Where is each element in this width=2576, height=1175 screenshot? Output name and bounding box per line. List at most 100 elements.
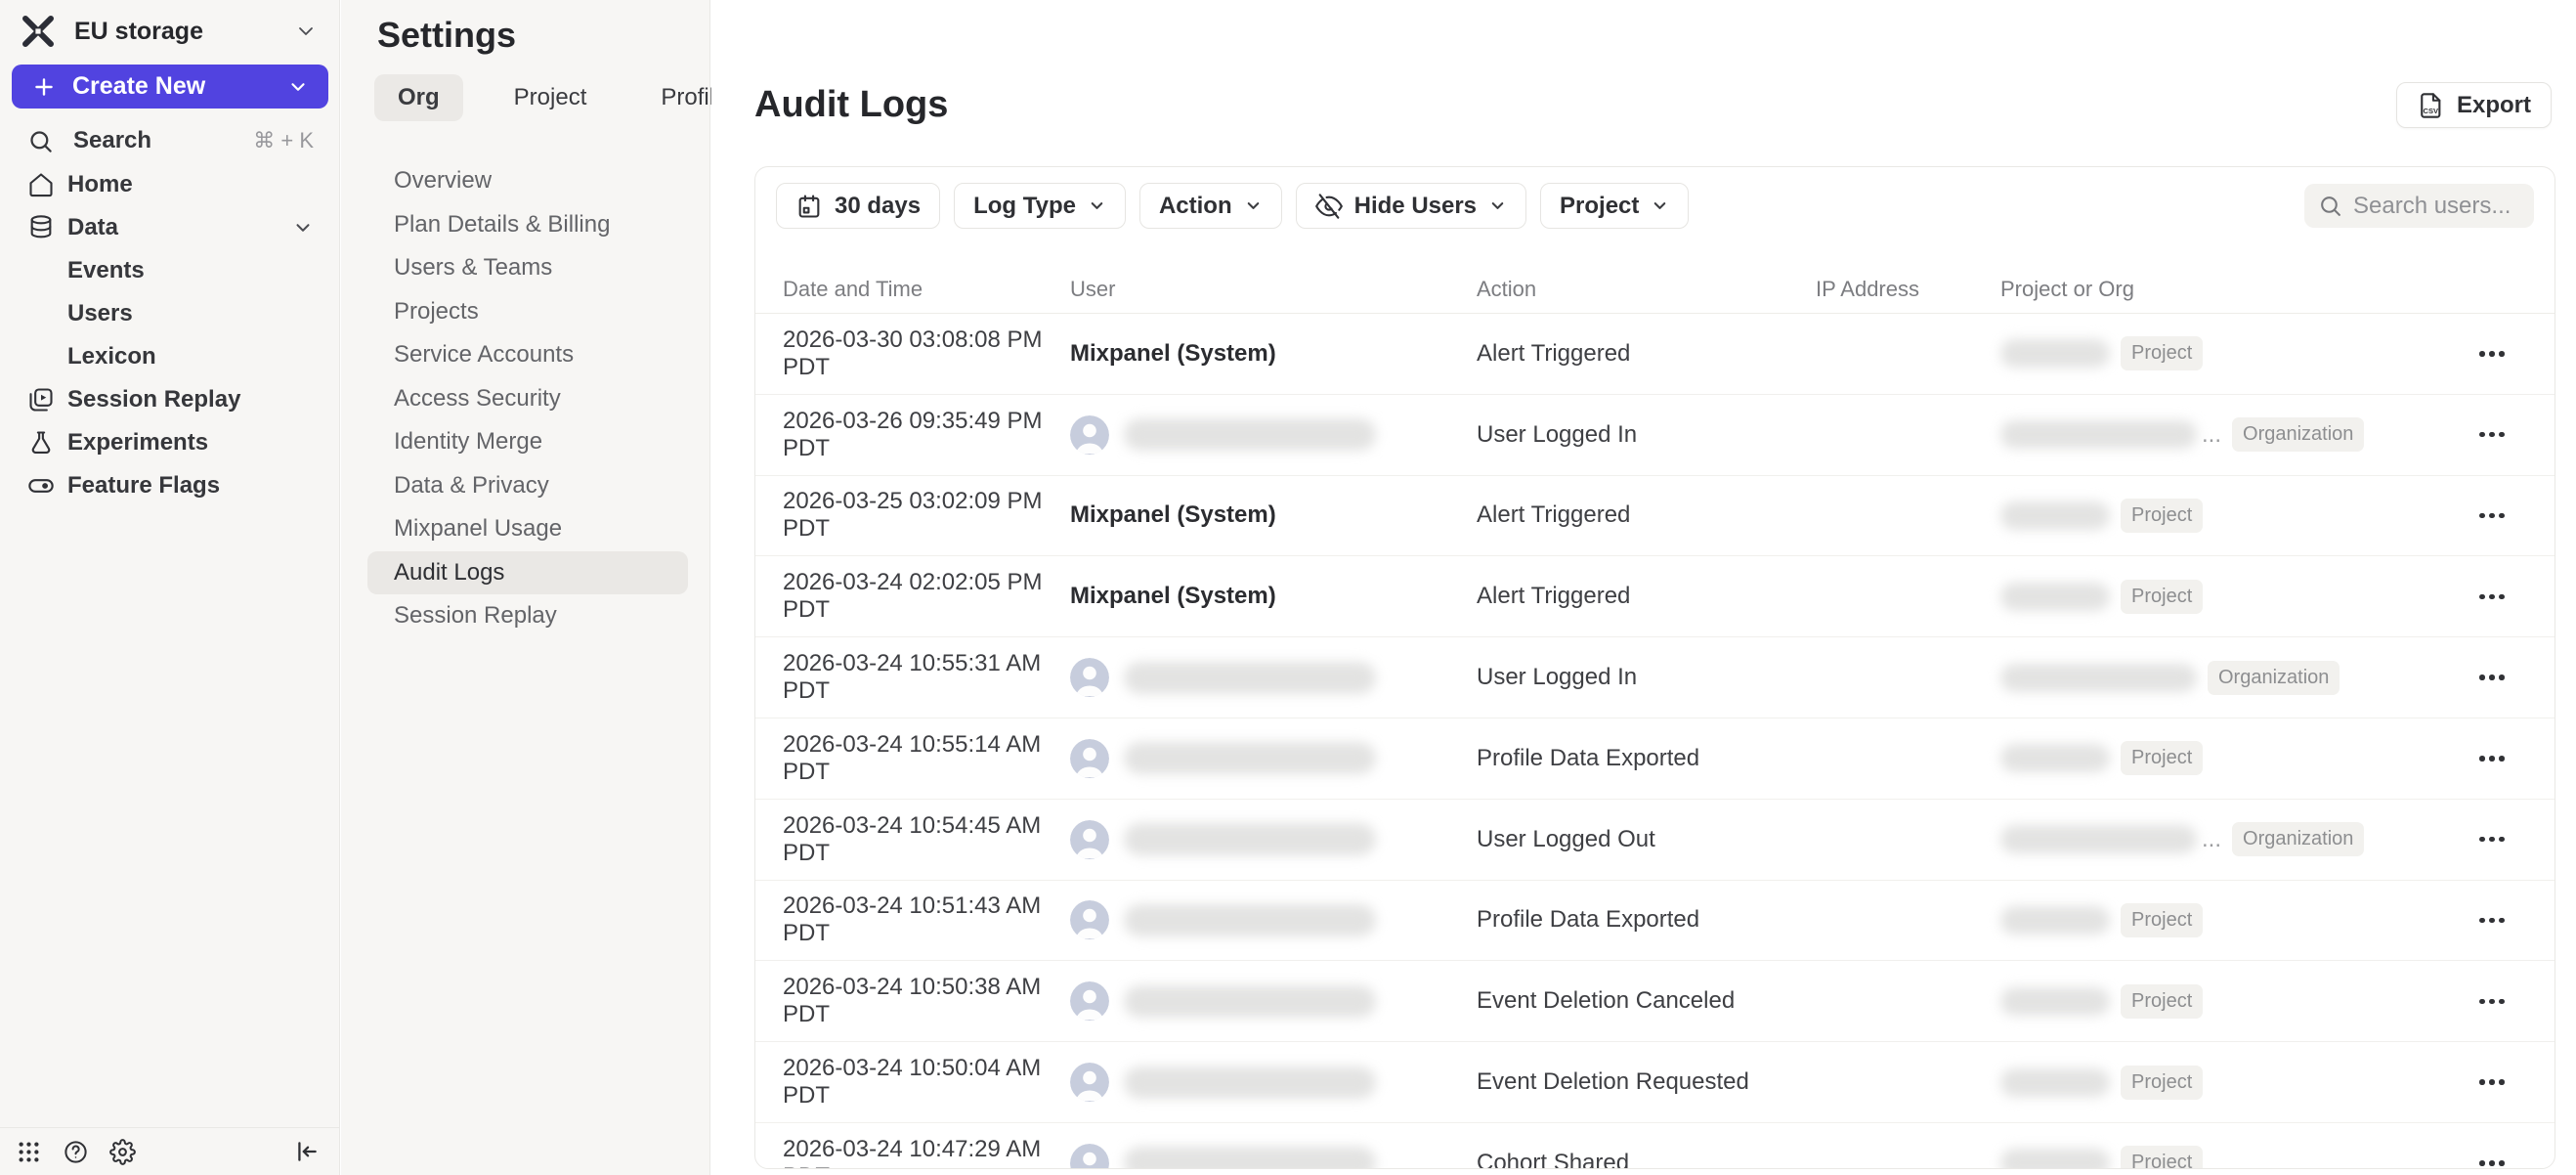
search-icon xyxy=(2318,194,2342,218)
redacted-user-email xyxy=(1124,1147,1376,1168)
cell-datetime: 2026-03-24 10:50:38 AM PDT xyxy=(783,974,1070,1028)
app-root: EU storage Create New Search ⌘ + K Home … xyxy=(0,0,2576,1175)
row-actions-menu-button[interactable] xyxy=(2473,908,2511,934)
table-row: 2026-03-24 10:47:29 AM PDT Cohort Shared… xyxy=(755,1123,2555,1168)
user-name: Mixpanel (System) xyxy=(1070,583,1276,610)
sidebar-item-home[interactable]: Home xyxy=(0,163,339,206)
help-icon[interactable] xyxy=(63,1139,89,1165)
row-actions-menu-button[interactable] xyxy=(2473,665,2511,690)
cell-action: Alert Triggered xyxy=(1477,501,1816,529)
row-actions-menu-button[interactable] xyxy=(2473,1151,2511,1168)
redacted-target-name xyxy=(2000,664,2197,692)
table-row: 2026-03-25 03:02:09 PM PDT Mixpanel (Sys… xyxy=(755,476,2555,557)
redacted-target-name xyxy=(2000,501,2110,530)
cell-action: User Logged In xyxy=(1477,664,1816,691)
row-actions-menu-button[interactable] xyxy=(2473,422,2511,448)
col-header-ip: IP Address xyxy=(1816,277,2000,302)
cell-action: Profile Data Exported xyxy=(1477,906,1816,934)
target-type-badge: Organization xyxy=(2208,661,2340,695)
row-actions-menu-button[interactable] xyxy=(2473,1069,2511,1095)
redacted-user-email xyxy=(1124,742,1376,774)
settings-item-session-replay[interactable]: Session Replay xyxy=(367,594,688,638)
redacted-user-email xyxy=(1124,662,1376,694)
search-icon xyxy=(27,128,54,154)
collapse-sidebar-icon[interactable] xyxy=(294,1139,320,1164)
csv-file-icon: CSV xyxy=(2417,92,2444,119)
target-type-badge: Organization xyxy=(2232,417,2364,452)
cell-datetime: 2026-03-30 03:08:08 PM PDT xyxy=(783,326,1070,381)
target-type-badge: Project xyxy=(2121,336,2203,370)
settings-item-mixpanel-usage[interactable]: Mixpanel Usage xyxy=(367,507,688,551)
project-filter-button[interactable]: Project xyxy=(1540,183,1689,229)
avatar xyxy=(1070,1144,1109,1168)
settings-item-identity-merge[interactable]: Identity Merge xyxy=(367,420,688,464)
table-row: 2026-03-24 10:51:43 AM PDT Profile Data … xyxy=(755,881,2555,962)
sidebar-item-users[interactable]: Users xyxy=(0,292,339,335)
sidebar-item-feature-flags[interactable]: Feature Flags xyxy=(0,464,339,507)
row-actions-menu-button[interactable] xyxy=(2473,503,2511,529)
workspace-switcher[interactable]: EU storage xyxy=(20,10,318,53)
cell-user xyxy=(1070,739,1477,778)
settings-title: Settings xyxy=(377,15,516,56)
table-row: 2026-03-24 10:54:45 AM PDT User Logged O… xyxy=(755,800,2555,881)
row-actions-menu-button[interactable] xyxy=(2473,746,2511,771)
sidebar-search[interactable]: Search ⌘ + K xyxy=(0,119,339,162)
flask-icon xyxy=(27,429,55,457)
tab-project[interactable]: Project xyxy=(491,74,611,121)
workspace-name: EU storage xyxy=(74,18,203,46)
table-row: 2026-03-24 02:02:05 PM PDT Mixpanel (Sys… xyxy=(755,556,2555,637)
sidebar-item-data[interactable]: Data xyxy=(0,206,339,249)
tab-org[interactable]: Org xyxy=(374,74,463,121)
chevron-down-icon xyxy=(292,217,314,239)
calendar-icon xyxy=(795,193,823,220)
settings-item-plan-details-billing[interactable]: Plan Details & Billing xyxy=(367,203,688,247)
table-row: 2026-03-24 10:55:31 AM PDT User Logged I… xyxy=(755,637,2555,718)
avatar xyxy=(1070,415,1109,455)
target-type-badge: Project xyxy=(2121,499,2203,533)
cell-project-or-org: Project xyxy=(2000,499,2453,533)
cell-row-menu xyxy=(2453,827,2531,852)
sidebar-item-label: Experiments xyxy=(67,429,208,457)
search-users-input[interactable] xyxy=(2353,193,2520,220)
settings-item-data-privacy[interactable]: Data & Privacy xyxy=(367,464,688,508)
row-actions-menu-button[interactable] xyxy=(2473,341,2511,367)
create-new-button[interactable]: Create New xyxy=(12,65,328,109)
date-range-filter-button[interactable]: 30 days xyxy=(776,183,940,229)
settings-item-overview[interactable]: Overview xyxy=(367,159,688,203)
hide-users-filter-button[interactable]: Hide Users xyxy=(1296,183,1526,229)
cell-row-menu xyxy=(2453,1151,2531,1168)
row-actions-menu-button[interactable] xyxy=(2473,585,2511,610)
cell-project-or-org: Project xyxy=(2000,984,2453,1019)
redacted-target-name xyxy=(2000,1149,2110,1168)
avatar xyxy=(1070,1063,1109,1102)
cell-user: Mixpanel (System) xyxy=(1070,340,1477,368)
log-type-filter-button[interactable]: Log Type xyxy=(954,183,1126,229)
sidebar-item-experiments[interactable]: Experiments xyxy=(0,421,339,464)
plus-icon xyxy=(31,74,57,100)
cell-datetime: 2026-03-24 10:47:29 AM PDT xyxy=(783,1136,1070,1168)
create-new-label: Create New xyxy=(72,72,205,101)
sidebar-item-events[interactable]: Events xyxy=(0,249,339,292)
table-body: 2026-03-30 03:08:08 PM PDT Mixpanel (Sys… xyxy=(755,314,2555,1168)
row-actions-menu-button[interactable] xyxy=(2473,989,2511,1015)
sidebar-item-session-replay[interactable]: Session Replay xyxy=(0,378,339,421)
avatar xyxy=(1070,658,1109,697)
redacted-target-name xyxy=(2000,906,2110,935)
row-actions-menu-button[interactable] xyxy=(2473,827,2511,852)
cell-user xyxy=(1070,900,1477,939)
log-type-label: Log Type xyxy=(973,193,1076,220)
cell-row-menu xyxy=(2453,665,2531,690)
settings-panel: Settings Org Project Profile Overview Pl… xyxy=(341,0,710,1175)
settings-item-service-accounts[interactable]: Service Accounts xyxy=(367,333,688,377)
gear-icon[interactable] xyxy=(109,1139,136,1165)
sidebar-item-lexicon[interactable]: Lexicon xyxy=(0,335,339,378)
cell-datetime: 2026-03-24 10:50:04 AM PDT xyxy=(783,1055,1070,1110)
settings-item-users-teams[interactable]: Users & Teams xyxy=(367,246,688,290)
cell-datetime: 2026-03-24 02:02:05 PM PDT xyxy=(783,569,1070,624)
apps-grid-icon[interactable] xyxy=(16,1139,42,1165)
settings-item-projects[interactable]: Projects xyxy=(367,290,688,334)
action-filter-button[interactable]: Action xyxy=(1139,183,1282,229)
settings-item-audit-logs[interactable]: Audit Logs xyxy=(367,551,688,595)
export-button[interactable]: CSV Export xyxy=(2396,82,2552,128)
settings-item-access-security[interactable]: Access Security xyxy=(367,377,688,421)
